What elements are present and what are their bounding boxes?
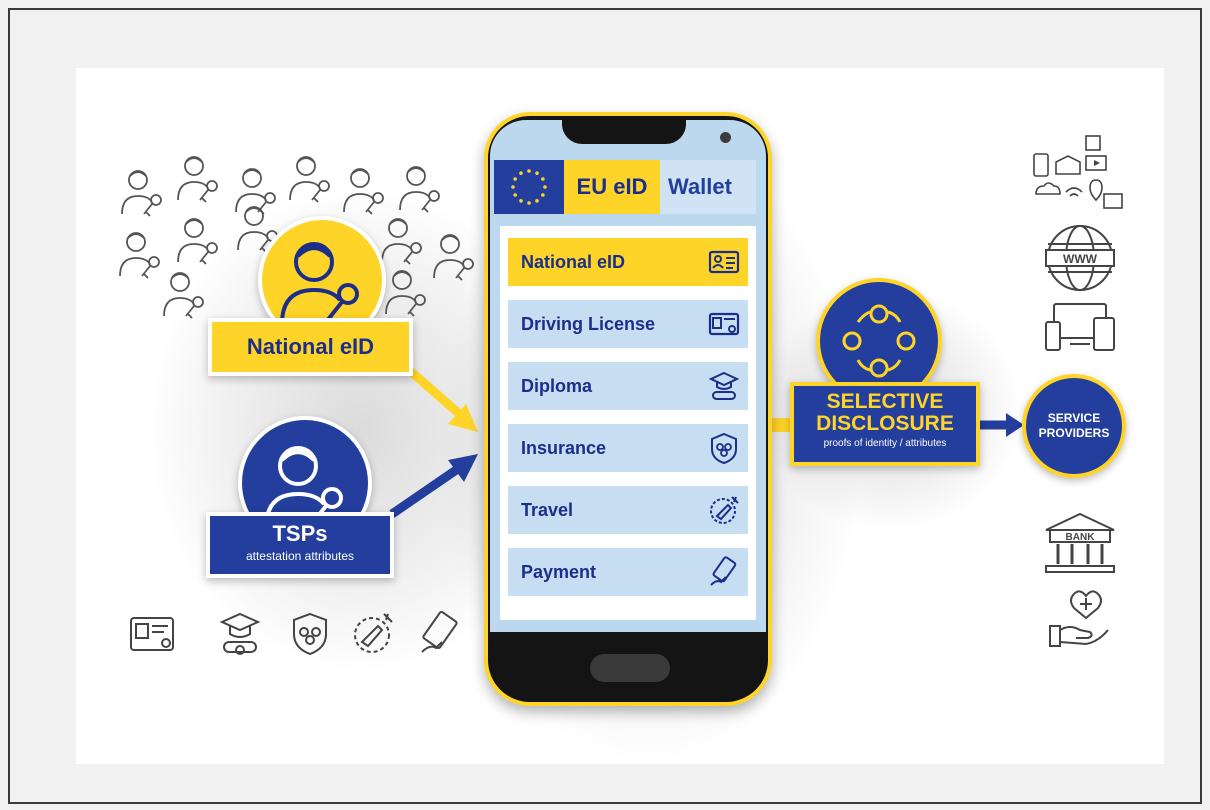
eu-star-icon <box>513 193 517 197</box>
card-payment[interactable]: Payment <box>508 548 748 596</box>
card-label: Driving License <box>521 313 656 334</box>
service-providers-circle: SERVICE PROVIDERS <box>1022 374 1126 478</box>
eu-star-icon <box>541 177 545 181</box>
card-insurance[interactable]: Insurance <box>508 424 748 472</box>
eu-star-icon <box>519 199 523 203</box>
tsps-arrow <box>389 462 465 518</box>
license-card-icon <box>130 617 174 651</box>
insurance-shield-icon <box>293 612 327 656</box>
card-travel[interactable]: Travel <box>508 486 748 534</box>
selective-disclosure-label: SELECTIVE DISCLOSURE proofs of identity … <box>790 382 980 466</box>
wallet-title-wallet: Wallet <box>660 160 756 214</box>
service-line2: PROVIDERS <box>1038 426 1110 440</box>
eu-star-icon <box>527 201 531 205</box>
card-driving-license[interactable]: Driving License <box>508 300 748 348</box>
camera-icon <box>720 132 731 143</box>
eu-star-icon <box>511 185 515 189</box>
phone-notch <box>562 116 686 144</box>
diploma-icon <box>708 371 740 400</box>
national-eid-label: National eID <box>208 318 413 376</box>
card-label: Diploma <box>521 375 593 396</box>
card-label: Travel <box>521 499 574 520</box>
www-globe-icon: WWW <box>1042 220 1118 296</box>
card-label: National eID <box>521 251 626 272</box>
payment-card-icon <box>421 610 458 653</box>
service-line1: SERVICE <box>1047 411 1101 425</box>
wallet-title-eu-eid: EU eID <box>564 160 660 214</box>
devices-icon <box>1045 303 1115 351</box>
www-label: WWW <box>1063 252 1098 266</box>
globe-icon: WWW <box>1045 225 1115 291</box>
card-label: Payment <box>521 561 597 582</box>
eu-star-icon <box>535 199 539 203</box>
eu-flag-icon <box>494 160 564 214</box>
card-diploma[interactable]: Diploma <box>508 362 748 410</box>
home-button[interactable] <box>590 654 670 682</box>
tsps-subtitle: attestation attributes <box>245 549 355 563</box>
eu-star-icon <box>519 171 523 175</box>
tsps-title: TSPs <box>272 521 328 546</box>
selective-title-line1: SELECTIVE <box>826 390 944 413</box>
card-label: Insurance <box>521 437 607 458</box>
eu-stars <box>511 169 547 205</box>
license-card-icon <box>708 312 740 336</box>
eu-star-icon <box>541 193 545 197</box>
insurance-shield-icon <box>711 432 737 464</box>
eu-star-icon <box>535 171 539 175</box>
eu-star-icon <box>513 177 517 181</box>
card-national-eid[interactable]: National eID <box>508 238 748 286</box>
health-care-icon <box>1049 590 1109 647</box>
digital-media-icon <box>1033 135 1123 209</box>
travel-globe-icon <box>354 613 393 653</box>
selective-title-line2: DISCLOSURE <box>816 412 954 435</box>
wallet-header: EU eID Wallet <box>494 160 756 214</box>
bank-label: BANK <box>1066 532 1096 543</box>
id-card-icon <box>708 250 740 274</box>
selective-subtitle: proofs of identity / attributes <box>823 438 947 449</box>
diploma-icon <box>219 612 261 655</box>
bank-building-icon: BANK <box>1045 512 1115 573</box>
bank-icon: BANK <box>1040 510 1120 576</box>
tsps-label: TSPs attestation attributes <box>206 512 394 578</box>
payment-card-icon <box>710 556 737 586</box>
eu-star-icon <box>543 185 547 189</box>
travel-globe-icon <box>710 496 739 524</box>
eu-star-icon <box>527 169 531 173</box>
